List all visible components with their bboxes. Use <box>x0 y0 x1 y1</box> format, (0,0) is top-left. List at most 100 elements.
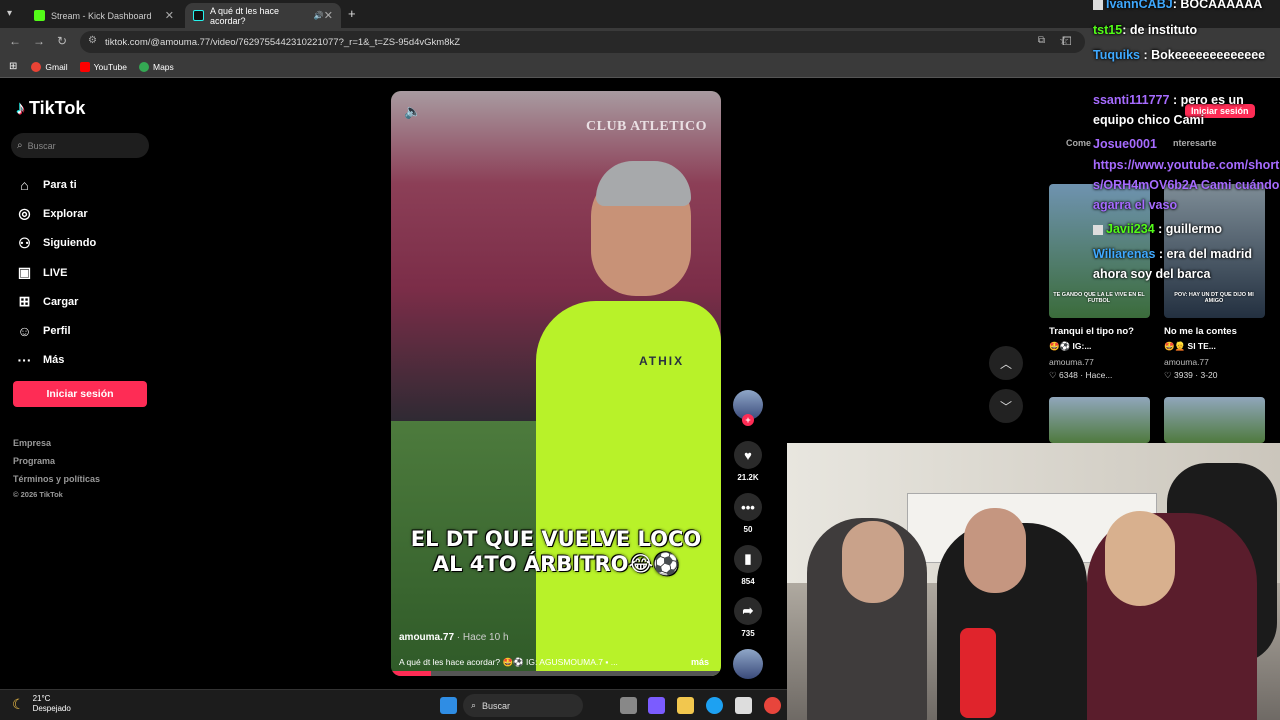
thumbnail-meta: ♡ 3939 · 3-20 <box>1164 370 1218 380</box>
thumbnail-author[interactable]: amouma.77 <box>1164 357 1209 367</box>
avatar: + <box>733 390 763 426</box>
footer-link-programa[interactable]: Programa <box>13 452 100 470</box>
video-thumbnail[interactable] <box>1164 397 1265 443</box>
weather-widget[interactable]: ☾ 21°C Despejado <box>12 694 71 714</box>
more-icon: ··· <box>17 352 32 369</box>
tab-kick-dashboard[interactable]: Stream - Kick Dashboard ✕ <box>26 3 182 28</box>
url-text: tiktok.com/@amouma.77/video/762975544231… <box>105 36 461 48</box>
music-disc-button[interactable] <box>731 649 765 679</box>
footer-link-terminos[interactable]: Términos y políticas <box>13 470 100 488</box>
sidebar-item-siguiendo[interactable]: ⚇ Siguiendo <box>16 229 156 258</box>
thumbnail-title[interactable]: Tranqui el tipo no? <box>1049 326 1154 337</box>
sidebar-item-perfil[interactable]: ☺ Perfil <box>16 316 156 345</box>
more-button[interactable]: más <box>691 657 709 667</box>
weather-condition: Despejado <box>32 704 71 713</box>
task-view-icon[interactable] <box>620 697 637 714</box>
sidebar-item-label: Perfil <box>43 325 71 338</box>
sidebar-item-explorar[interactable]: ◎ Explorar <box>16 199 156 228</box>
footer-link-empresa[interactable]: Empresa <box>13 434 100 452</box>
sidebar-nav: ⌂ Para ti ◎ Explorar ⚇ Siguiendo ▣ LIVE ⊞ Car… <box>16 170 156 375</box>
video-progress-bar[interactable] <box>391 671 721 676</box>
taskbar-search[interactable]: ⌕ Buscar <box>463 694 583 717</box>
comment-button[interactable]: ••• 50 <box>731 493 765 534</box>
like-count: 21.2K <box>737 473 759 482</box>
share-icon: ➦ <box>734 597 762 625</box>
bookmarks-bar: ⊞ Gmail YouTube Maps <box>0 56 1280 78</box>
sidebar-item-label: Cargar <box>43 295 79 308</box>
video-thumbnail[interactable] <box>1049 397 1150 443</box>
site-info-icon[interactable]: ⚙ <box>88 35 97 46</box>
bookmark-youtube[interactable]: YouTube <box>79 61 127 72</box>
apps-grid-icon[interactable]: ⊞ <box>9 61 17 72</box>
share-button[interactable]: ➦ 735 <box>731 597 765 638</box>
chat-message: Josue0001 <box>1093 134 1280 154</box>
caption-line: AL 4TO ÁRBITRO😂⚽ <box>432 552 680 576</box>
author-name[interactable]: amouma.77 <box>399 632 454 643</box>
chevron-down-icon: ﹀ <box>999 399 1012 414</box>
share-count: 735 <box>741 629 755 638</box>
video-progress-fill <box>391 671 431 676</box>
sidebar-item-live[interactable]: ▣ LIVE <box>16 258 156 287</box>
install-icon[interactable]: ⧉ <box>1038 35 1045 46</box>
next-video-button[interactable]: ﹀ <box>989 389 1023 423</box>
volume-icon[interactable]: 🔈 <box>404 103 421 120</box>
video-referee-hair <box>596 161 691 206</box>
tab-search-icon[interactable]: ▾ <box>7 8 12 19</box>
sidebar-item-mas[interactable]: ··· Más <box>16 346 156 375</box>
chat-username: Tuquiks <box>1093 48 1140 62</box>
prev-video-button[interactable]: ︿ <box>989 346 1023 380</box>
chat-username: tst15 <box>1093 23 1123 37</box>
audio-icon[interactable]: 🔊 <box>314 11 324 20</box>
extensions-icon[interactable]: ⧠ <box>1062 34 1072 49</box>
heart-icon: ♥ <box>734 441 762 469</box>
close-icon[interactable]: ✕ <box>324 9 333 22</box>
follow-plus-icon[interactable]: + <box>742 414 754 426</box>
windows-start-icon[interactable] <box>440 697 457 714</box>
compass-icon: ◎ <box>18 205 31 222</box>
live-icon: ▣ <box>17 264 32 281</box>
forward-icon[interactable]: → <box>33 34 45 48</box>
reload-icon[interactable]: ↻ <box>57 34 67 48</box>
edge-icon[interactable] <box>706 697 723 714</box>
tab-comments[interactable]: Come <box>1066 138 1091 148</box>
chat-message: Wiliarenas : era del madrid ahora soy de… <box>1093 244 1280 284</box>
logo-text: TikTok <box>29 98 86 118</box>
profile-icon: ☺ <box>17 323 32 340</box>
video-player[interactable]: CLUB ATLETICO ATHIX 🔈 EL DT QUE VUELVE L… <box>391 91 721 676</box>
url-field[interactable]: ⚙ tiktok.com/@amouma.77/video/7629755442… <box>80 31 1085 53</box>
search-input[interactable]: ⌕ Buscar <box>11 133 149 158</box>
sidebar-item-label: LIVE <box>43 266 68 279</box>
creator-avatar-button[interactable]: + <box>731 390 765 426</box>
chat-username: IvannCABJ <box>1106 0 1173 11</box>
gmail-icon <box>31 61 42 72</box>
save-button[interactable]: ▮ 854 <box>731 545 765 586</box>
like-button[interactable]: ♥ 21.2K <box>731 441 765 482</box>
chrome-icon[interactable] <box>764 697 781 714</box>
bookmark-maps[interactable]: Maps <box>139 61 174 72</box>
sidebar-item-para-ti[interactable]: ⌂ Para ti <box>16 170 156 199</box>
thumbnail-subtitle: 🤩👱 SI TE... <box>1164 341 1216 351</box>
bookmark-gmail[interactable]: Gmail <box>31 61 68 72</box>
store-icon[interactable] <box>735 697 752 714</box>
thumbnail-likes: 6348 <box>1058 370 1078 380</box>
chat-text: : de instituto <box>1122 23 1198 37</box>
streamer-right-head <box>1105 511 1175 606</box>
chat-badge-icon <box>1093 224 1103 235</box>
copilot-icon[interactable] <box>648 697 665 714</box>
tab-tiktok-video[interactable]: A qué dt les hace acordar? 🔊 ✕ <box>185 3 341 28</box>
thumbnail-author[interactable]: amouma.77 <box>1049 357 1094 367</box>
login-button[interactable]: Iniciar sesión <box>13 381 147 407</box>
close-icon[interactable]: ✕ <box>165 9 174 22</box>
file-explorer-icon[interactable] <box>677 697 694 714</box>
chat-message: Javii234 : guillermo <box>1093 219 1280 239</box>
webcam-feed <box>787 443 1280 720</box>
music-disc-icon <box>733 649 763 679</box>
bookmark-label: Maps <box>153 61 174 72</box>
thumbnail-title[interactable]: No me la contes <box>1164 326 1269 337</box>
tiktok-logo[interactable]: ♪ TikTok <box>16 98 85 119</box>
video-referee <box>536 301 721 676</box>
back-icon[interactable]: ← <box>9 34 21 48</box>
video-author[interactable]: amouma.77 · Hace 10 h <box>399 632 509 643</box>
new-tab-button[interactable]: + <box>348 6 356 21</box>
sidebar-item-cargar[interactable]: ⊞ Cargar <box>16 287 156 316</box>
